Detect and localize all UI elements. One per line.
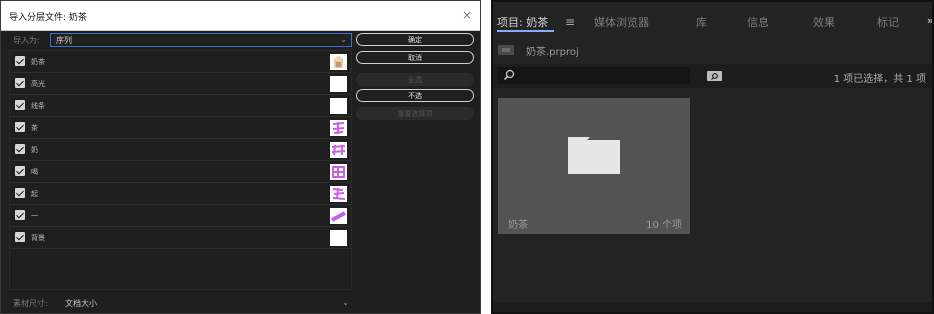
- panel-bottom-bar: [491, 302, 934, 314]
- layer-name: 背景: [31, 234, 45, 242]
- dialog-titlebar: 导入分层文件: 奶茶 ×: [1, 1, 480, 31]
- select-all-button[interactable]: 全选: [356, 73, 474, 86]
- layer-checkbox[interactable]: [15, 144, 25, 154]
- layer-checkbox[interactable]: [15, 56, 25, 66]
- footage-size-row[interactable]: 素材尺寸: 文档大小 ⌄: [1, 293, 353, 311]
- chevron-down-icon: ⌄: [342, 298, 349, 307]
- layer-row[interactable]: 茶: [10, 117, 351, 139]
- layer-checkbox[interactable]: [15, 122, 25, 132]
- project-file-row: 奶茶.prproj: [491, 40, 934, 60]
- layer-row[interactable]: 起: [10, 183, 351, 205]
- panel-menu-icon[interactable]: ≡: [565, 15, 575, 29]
- footage-size-label: 素材尺寸:: [13, 299, 48, 308]
- layer-row[interactable]: 高光: [10, 73, 351, 95]
- close-icon[interactable]: ×: [462, 9, 472, 21]
- tab-project[interactable]: 项目: 奶茶: [497, 14, 548, 30]
- layer-name: 一: [31, 212, 38, 220]
- cancel-button[interactable]: 取消: [356, 51, 474, 64]
- layer-thumbnail: [330, 164, 347, 180]
- ok-button[interactable]: 确定: [356, 33, 474, 46]
- layer-thumbnail: [330, 186, 347, 202]
- layer-name: 茶: [31, 124, 38, 132]
- tab-markers[interactable]: 标记: [877, 14, 899, 30]
- layer-checkbox[interactable]: [15, 166, 25, 176]
- folder-icon: [568, 137, 620, 174]
- layer-thumbnail: [330, 54, 347, 70]
- tab-media-browser[interactable]: 媒体浏览器: [594, 14, 649, 30]
- import-as-label: 导入为:: [13, 36, 40, 45]
- search-icon: [503, 69, 515, 81]
- new-bin-search-icon[interactable]: [706, 70, 723, 82]
- layer-thumbnail: [330, 98, 347, 114]
- project-items-grid: 奶茶 10 个项: [491, 92, 934, 302]
- layer-name: 奶: [31, 146, 38, 154]
- select-none-button[interactable]: 不选: [356, 89, 474, 102]
- footage-size-value: 文档大小: [65, 299, 97, 308]
- project-file-name: 奶茶.prproj: [526, 47, 579, 58]
- reset-selection-button[interactable]: 重置选择项: [356, 107, 474, 120]
- import-as-row: 导入为: 序列 ⌄: [1, 32, 353, 48]
- active-tab-indicator: [497, 30, 554, 32]
- layer-row[interactable]: 一: [10, 205, 351, 227]
- bin-item[interactable]: 奶茶 10 个项: [498, 98, 690, 234]
- import-layered-file-dialog: 导入分层文件: 奶茶 × 导入为: 序列 ⌄ 奶茶 高光 线条 茶 奶 喝 起 …: [0, 0, 481, 314]
- layer-checkbox[interactable]: [15, 78, 25, 88]
- layer-row[interactable]: 背景: [10, 227, 351, 249]
- dialog-title: 导入分层文件: 奶茶: [9, 13, 87, 23]
- layer-row[interactable]: 奶: [10, 139, 351, 161]
- chevron-down-icon: ⌄: [340, 35, 347, 44]
- layer-name: 起: [31, 190, 38, 198]
- bin-item-count: 10 个项: [646, 220, 682, 231]
- tab-libraries[interactable]: 库: [696, 14, 707, 30]
- panel-tab-bar: 项目: 奶茶 ≡ 媒体浏览器 库 信息 效果 标记 »: [491, 8, 934, 32]
- project-file-icon: [498, 45, 514, 55]
- layer-name: 喝: [31, 168, 38, 176]
- more-tabs-icon[interactable]: »: [927, 14, 934, 27]
- layer-checkbox[interactable]: [15, 188, 25, 198]
- layer-row[interactable]: 线条: [10, 95, 351, 117]
- layer-checkbox[interactable]: [15, 100, 25, 110]
- import-as-select[interactable]: 序列 ⌄: [50, 33, 352, 47]
- import-as-value: 序列: [56, 36, 72, 45]
- layer-thumbnail: [330, 76, 347, 92]
- layer-row[interactable]: 奶茶: [10, 51, 351, 73]
- layer-name: 奶茶: [31, 58, 45, 66]
- search-input[interactable]: [497, 67, 690, 84]
- layer-checkbox[interactable]: [15, 232, 25, 242]
- layer-thumbnail: [330, 142, 347, 158]
- layer-row[interactable]: 喝: [10, 161, 351, 183]
- search-bar: 1 项已选择，共 1 项: [491, 64, 934, 88]
- layer-thumbnail: [330, 120, 347, 136]
- tab-effects[interactable]: 效果: [813, 14, 835, 30]
- layer-name: 线条: [31, 102, 45, 110]
- layer-checkbox[interactable]: [15, 210, 25, 220]
- selection-status: 1 项已选择，共 1 项: [833, 74, 926, 85]
- layer-thumbnail: [330, 208, 347, 224]
- layer-name: 高光: [31, 80, 45, 88]
- tab-info[interactable]: 信息: [747, 14, 769, 30]
- layer-thumbnail: [330, 230, 347, 246]
- layer-list: 奶茶 高光 线条 茶 奶 喝 起 一 背景: [9, 50, 352, 290]
- bin-name: 奶茶: [508, 220, 528, 231]
- project-panel: 项目: 奶茶 ≡ 媒体浏览器 库 信息 效果 标记 » 奶茶.prproj 1 …: [491, 0, 934, 314]
- screenshot-stage: 导入分层文件: 奶茶 × 导入为: 序列 ⌄ 奶茶 高光 线条 茶 奶 喝 起 …: [0, 0, 934, 314]
